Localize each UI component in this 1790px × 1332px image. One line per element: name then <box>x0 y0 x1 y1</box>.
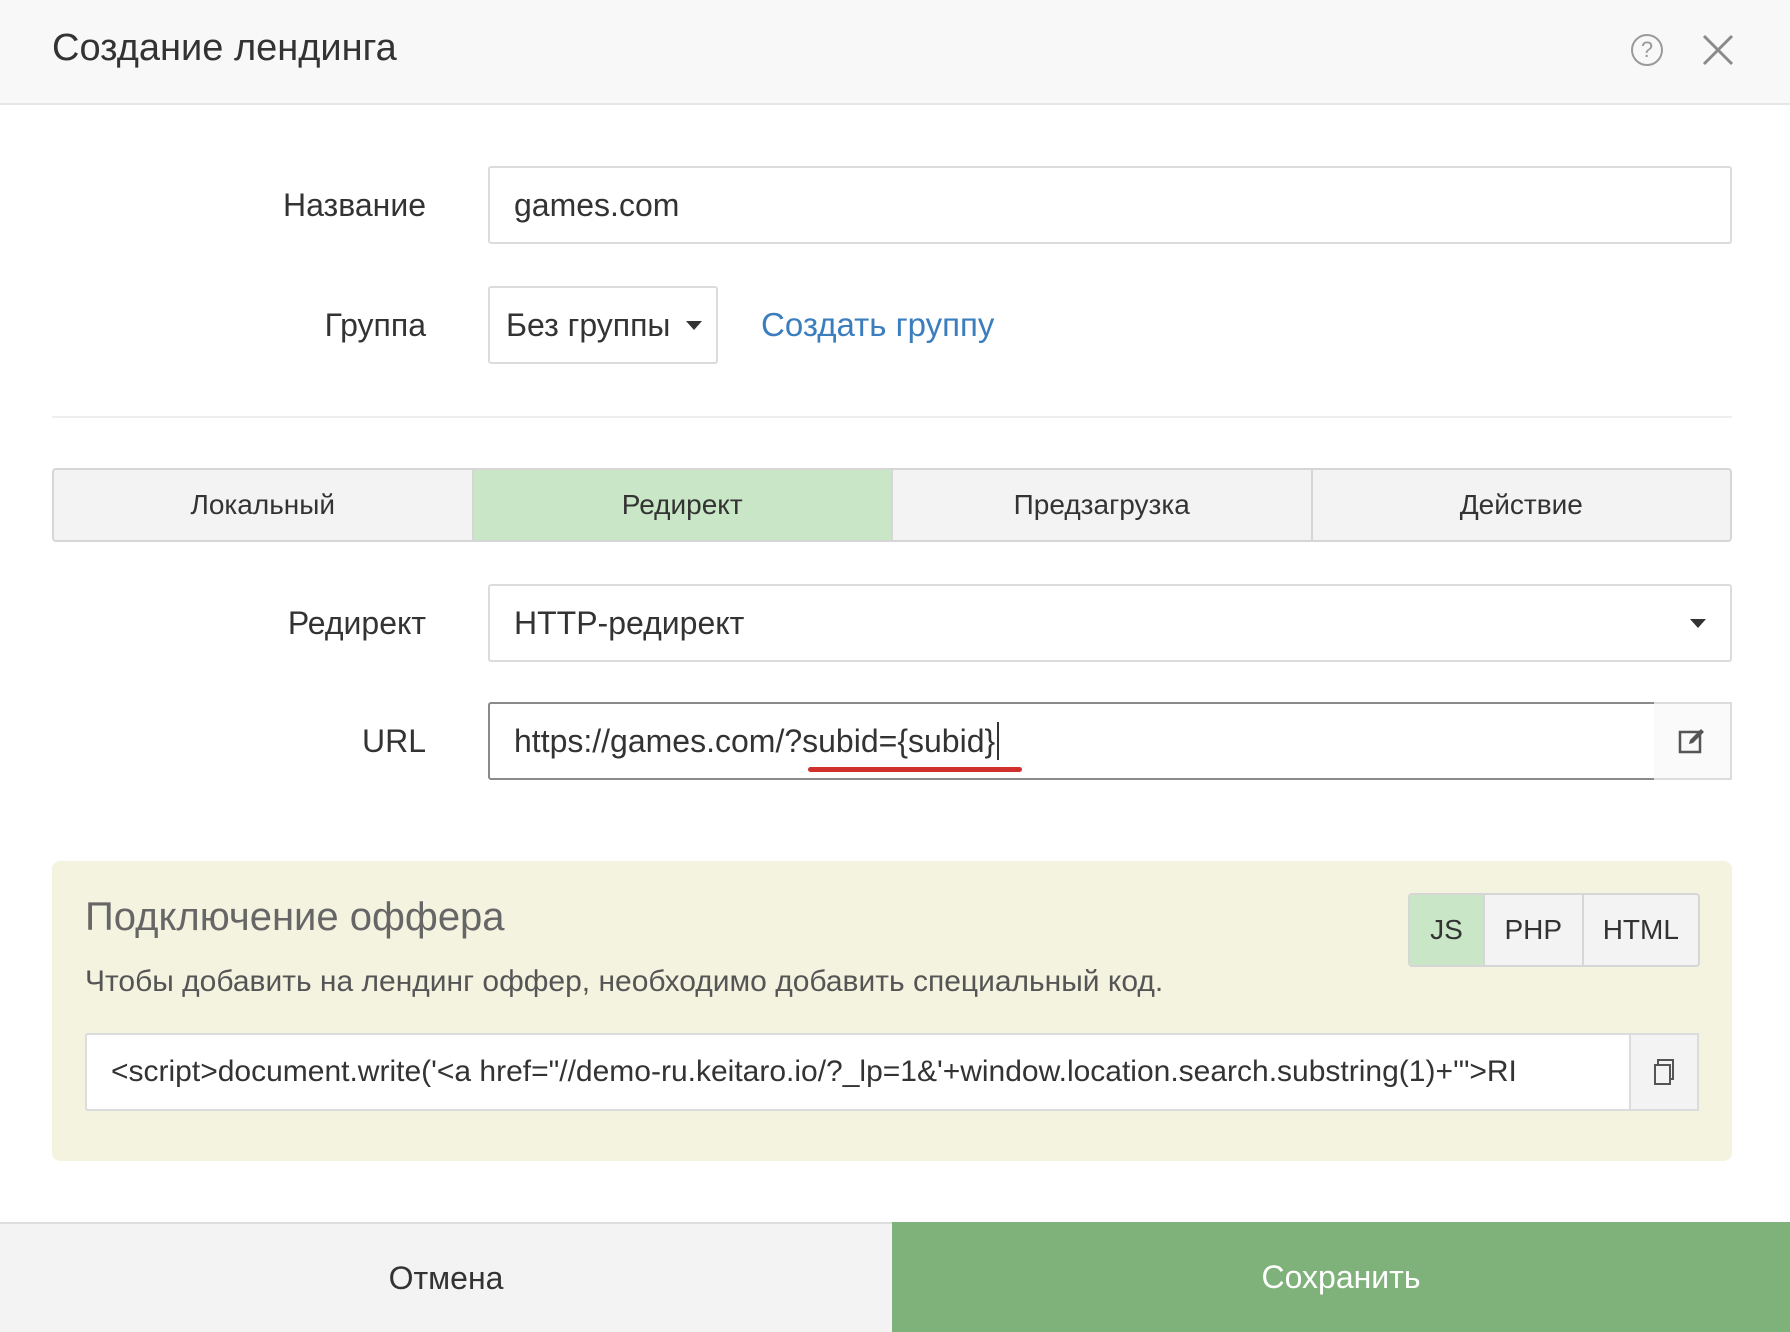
name-label: Название <box>283 187 426 223</box>
create-group-link[interactable]: Создать группу <box>761 303 994 347</box>
close-icon[interactable] <box>1700 32 1736 68</box>
redirect-label: Редирект <box>287 605 426 641</box>
cancel-button[interactable]: Отмена <box>0 1222 892 1332</box>
tab-local[interactable]: Локальный <box>54 470 474 540</box>
url-input-value: https://games.com/?subid={subid} <box>514 722 996 759</box>
url-input[interactable]: https://games.com/?subid={subid} <box>488 702 1656 780</box>
copy-icon <box>1654 1059 1674 1085</box>
name-input[interactable]: games.com <box>488 166 1732 244</box>
close-icon-glyph <box>1702 34 1734 66</box>
lang-php-button[interactable]: PHP <box>1485 895 1584 965</box>
name-input-value: games.com <box>514 186 680 223</box>
section-divider <box>52 416 1732 418</box>
edit-url-button[interactable] <box>1654 702 1732 780</box>
code-language-switch: JS PHP HTML <box>1408 893 1700 967</box>
offer-connection-panel: Подключение оффера Чтобы добавить на лен… <box>52 861 1732 1161</box>
save-button[interactable]: Сохранить <box>892 1222 1790 1332</box>
tab-preload[interactable]: Предзагрузка <box>893 470 1313 540</box>
redirect-select-value: HTTP-редирект <box>514 604 745 641</box>
lang-html-button[interactable]: HTML <box>1584 895 1698 965</box>
dialog-footer: Отмена Сохранить <box>0 1222 1790 1332</box>
group-select-value: Без группы <box>506 306 671 343</box>
group-select[interactable]: Без группы <box>488 286 718 364</box>
tab-action[interactable]: Действие <box>1313 470 1731 540</box>
group-label: Группа <box>324 307 426 343</box>
dialog-header: Создание лендинга ? <box>0 0 1790 105</box>
offer-title: Подключение оффера <box>85 895 505 939</box>
lang-js-button[interactable]: JS <box>1410 895 1485 965</box>
edit-icon <box>1678 729 1704 754</box>
url-label: URL <box>361 723 426 759</box>
dialog-title: Создание лендинга <box>52 27 397 69</box>
text-cursor <box>997 722 1000 760</box>
offer-code-value: <script>document.write('<a href="//demo-… <box>111 1055 1517 1088</box>
subid-highlight-underline <box>808 767 1022 772</box>
redirect-select[interactable]: HTTP-редирект <box>488 584 1732 662</box>
help-icon[interactable]: ? <box>1631 34 1663 66</box>
offer-code-input[interactable]: <script>document.write('<a href="//demo-… <box>85 1033 1631 1111</box>
chevron-down-icon <box>686 320 703 330</box>
offer-description: Чтобы добавить на лендинг оффер, необход… <box>85 965 1164 998</box>
create-landing-dialog: Создание лендинга ? Название games.com Г… <box>0 0 1790 1332</box>
tab-redirect[interactable]: Редирект <box>473 470 893 540</box>
offer-code-group: <script>document.write('<a href="//demo-… <box>85 1033 1699 1111</box>
copy-code-button[interactable] <box>1629 1033 1699 1111</box>
url-field-group: https://games.com/?subid={subid} <box>488 702 1732 780</box>
chevron-down-icon <box>1690 618 1706 628</box>
landing-type-tabs: Локальный Редирект Предзагрузка Действие <box>52 468 1732 542</box>
